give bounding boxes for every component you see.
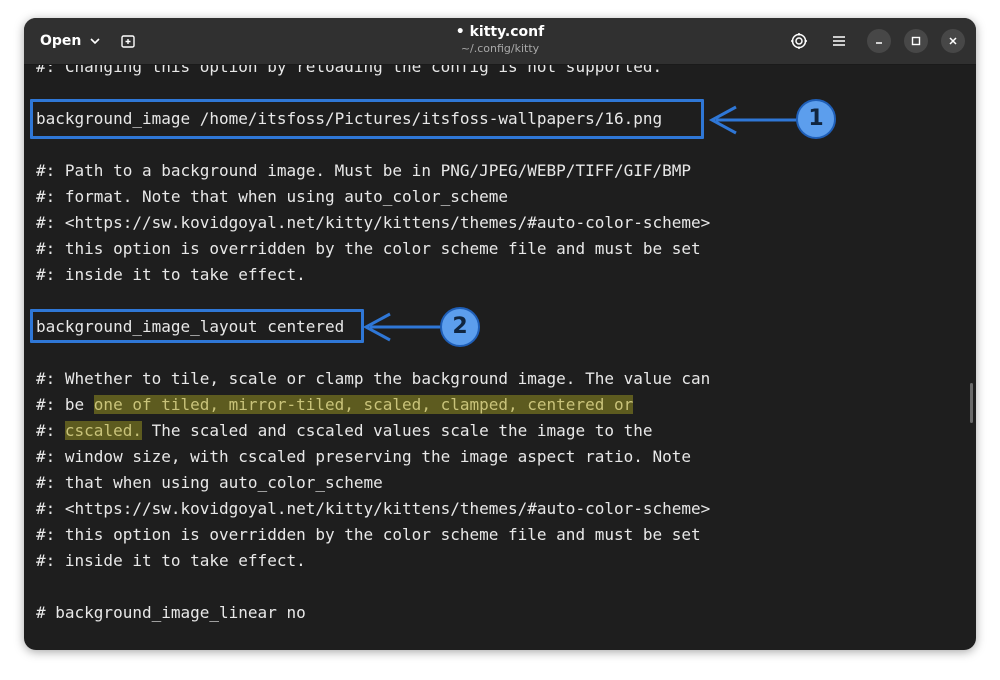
open-button[interactable]: Open — [30, 27, 111, 55]
settings-icon — [791, 33, 807, 49]
close-button[interactable] — [941, 29, 965, 53]
editor-line: #: inside it to take effect. — [36, 265, 306, 284]
chevron-down-icon — [90, 38, 100, 45]
new-tab-button[interactable] — [116, 29, 140, 53]
vertical-scrollbar[interactable] — [970, 383, 973, 423]
editor-line-highlighted: #: cscaled. The scaled and cscaled value… — [36, 418, 653, 444]
settings-button[interactable] — [787, 29, 811, 53]
editor-line-highlighted: #: be one of tiled, mirror-tiled, scaled… — [36, 392, 634, 418]
editor-line: #: format. Note that when using auto_col… — [36, 187, 509, 206]
editor-line: #: that when using auto_color_scheme — [36, 473, 383, 492]
editor-line: #: this option is overridden by the colo… — [36, 525, 701, 544]
editor-text-area[interactable]: #: Changing this option by reloading the… — [24, 65, 976, 650]
annotation-badge-2: 2 — [440, 307, 480, 347]
document-title: • kitty.conf — [455, 24, 545, 40]
maximize-icon — [911, 36, 921, 46]
header-bar: Open • kitty.conf ~/.config/kitty — [24, 18, 976, 65]
editor-line: #: window size, with cscaled preserving … — [36, 447, 692, 466]
window-title-area: • kitty.conf ~/.config/kitty — [400, 23, 600, 57]
line-prefix: #: be — [36, 395, 94, 414]
editor-line: #: inside it to take effect. — [36, 551, 306, 570]
minimize-button[interactable] — [867, 29, 891, 53]
editor-line: #: this option is overridden by the colo… — [36, 239, 701, 258]
line-rest: The scaled and cscaled values scale the … — [141, 421, 653, 440]
editor-line: #: <https://sw.kovidgoyal.net/kitty/kitt… — [36, 499, 711, 518]
editor-line: #: <https://sw.kovidgoyal.net/kitty/kitt… — [36, 213, 711, 232]
annotation-badge-1: 1 — [796, 99, 836, 139]
close-icon — [949, 37, 957, 45]
editor-line: # background_image_linear no — [36, 603, 306, 622]
search-highlight: cscaled. — [64, 421, 142, 440]
new-tab-icon — [121, 35, 135, 48]
document-path: ~/.config/kitty — [460, 42, 540, 55]
hamburger-menu-icon — [833, 36, 845, 46]
editor-line: background_image /home/itsfoss/Pictures/… — [36, 109, 663, 128]
maximize-button[interactable] — [904, 29, 928, 53]
line-prefix: #: — [36, 421, 65, 440]
editor-line: #: Whether to tile, scale or clamp the b… — [36, 369, 711, 388]
editor-line: #: Changing this option by reloading the… — [36, 65, 663, 76]
minimize-icon — [876, 42, 882, 44]
search-highlight: one of tiled, mirror-tiled, scaled, clam… — [93, 395, 634, 414]
open-button-label: Open — [40, 33, 82, 49]
editor-line: background_image_layout centered — [36, 317, 345, 336]
editor-line: #: Path to a background image. Must be i… — [36, 161, 692, 180]
main-menu-button[interactable] — [827, 29, 851, 53]
